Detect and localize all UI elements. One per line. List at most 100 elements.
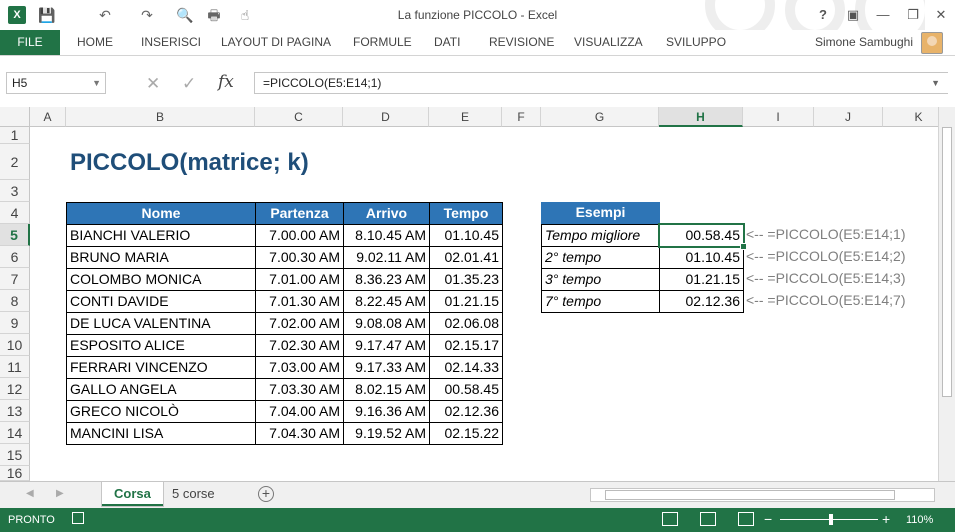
table-cell[interactable]: BRUNO MARIA xyxy=(66,246,256,269)
table-cell[interactable]: 9.08.08 AM xyxy=(343,312,430,335)
table-cell[interactable]: 02.14.33 xyxy=(429,356,503,379)
row-header-3[interactable]: 3 xyxy=(0,180,30,202)
tab-layout-di-pagina[interactable]: LAYOUT DI PAGINA xyxy=(221,30,331,55)
zoom-level[interactable]: 110% xyxy=(906,514,933,526)
table-cell[interactable]: 8.10.45 AM xyxy=(343,224,430,247)
table-cell[interactable]: 9.16.36 AM xyxy=(343,400,430,423)
tab-revisione[interactable]: REVISIONE xyxy=(489,30,554,55)
normal-view-icon[interactable] xyxy=(662,512,678,526)
active-cell-selection[interactable] xyxy=(658,223,747,250)
table-header-cell[interactable]: Arrivo xyxy=(343,202,430,225)
name-box[interactable]: H5 ▼ xyxy=(6,72,106,94)
row-header-2[interactable]: 2 xyxy=(0,144,30,180)
table-cell[interactable]: 7.01.00 AM xyxy=(255,268,344,291)
example-label-cell[interactable]: 3° tempo xyxy=(541,268,660,291)
table-header-cell[interactable]: Partenza xyxy=(255,202,344,225)
table-cell[interactable]: 01.10.45 xyxy=(429,224,503,247)
tab-scroll-left-icon[interactable]: ◀ xyxy=(26,488,34,499)
help-button[interactable]: ? xyxy=(812,4,834,26)
column-header-h[interactable]: H xyxy=(659,107,743,127)
zoom-out-icon[interactable]: − xyxy=(764,511,772,527)
table-cell[interactable]: GALLO ANGELA xyxy=(66,378,256,401)
column-header-i[interactable]: I xyxy=(743,107,814,127)
page-break-view-icon[interactable] xyxy=(738,512,754,526)
example-note-cell[interactable]: <-- =PICCOLO(E5:E14;1) xyxy=(743,224,955,247)
example-value-cell[interactable]: 01.10.45 xyxy=(659,246,744,269)
ribbon-display-options-button[interactable]: ▣ xyxy=(842,4,864,26)
tab-visualizza[interactable]: VISUALIZZA xyxy=(574,30,643,55)
row-header-16[interactable]: 16 xyxy=(0,466,30,481)
row-header-1[interactable]: 1 xyxy=(0,127,30,144)
row-header-7[interactable]: 7 xyxy=(0,268,30,290)
table-cell[interactable]: ESPOSITO ALICE xyxy=(66,334,256,357)
tab-scroll-right-icon[interactable]: ▶ xyxy=(56,488,64,499)
table-cell[interactable]: 8.36.23 AM xyxy=(343,268,430,291)
macro-record-icon[interactable] xyxy=(72,512,84,524)
table-cell[interactable]: 7.03.30 AM xyxy=(255,378,344,401)
table-header-cell[interactable]: Tempo xyxy=(429,202,503,225)
sheet-title[interactable]: PICCOLO(matrice; k) xyxy=(70,149,309,177)
row-header-4[interactable]: 4 xyxy=(0,202,30,224)
table-cell[interactable]: 7.00.00 AM xyxy=(255,224,344,247)
tab-formule[interactable]: FORMULE xyxy=(353,30,412,55)
table-cell[interactable]: 9.17.33 AM xyxy=(343,356,430,379)
table-cell[interactable]: 7.02.30 AM xyxy=(255,334,344,357)
row-header-8[interactable]: 8 xyxy=(0,290,30,312)
cancel-icon[interactable]: ✕ xyxy=(146,74,160,94)
table-cell[interactable]: 9.17.47 AM xyxy=(343,334,430,357)
chevron-down-icon[interactable]: ▼ xyxy=(92,73,101,93)
table-cell[interactable]: 00.58.45 xyxy=(429,378,503,401)
table-cell[interactable]: 01.35.23 xyxy=(429,268,503,291)
horizontal-scrollbar-thumb[interactable] xyxy=(605,490,895,500)
table-cell[interactable]: 02.06.08 xyxy=(429,312,503,335)
table-cell[interactable]: 01.21.15 xyxy=(429,290,503,313)
tab-dati[interactable]: DATI xyxy=(434,30,460,55)
table-cell[interactable]: 9.02.11 AM xyxy=(343,246,430,269)
example-label-cell[interactable]: Tempo migliore xyxy=(541,224,660,247)
restore-button[interactable]: ❐ xyxy=(902,4,924,26)
page-layout-view-icon[interactable] xyxy=(700,512,716,526)
example-note-cell[interactable]: <-- =PICCOLO(E5:E14;7) xyxy=(743,290,955,313)
column-header-g[interactable]: G xyxy=(541,107,659,127)
table-cell[interactable]: 02.01.41 xyxy=(429,246,503,269)
expand-formula-bar-icon[interactable]: ▼ xyxy=(931,73,940,93)
row-header-6[interactable]: 6 xyxy=(0,246,30,268)
table-cell[interactable]: 02.15.22 xyxy=(429,422,503,445)
row-header-9[interactable]: 9 xyxy=(0,312,30,334)
table-cell[interactable]: 8.02.15 AM xyxy=(343,378,430,401)
formula-input[interactable]: =PICCOLO(E5:E14;1) ▼ xyxy=(254,72,948,94)
table-cell[interactable]: 02.15.17 xyxy=(429,334,503,357)
tab-inserisci[interactable]: INSERISCI xyxy=(141,30,201,55)
row-header-13[interactable]: 13 xyxy=(0,400,30,422)
tab-sviluppo[interactable]: SVILUPPO xyxy=(666,30,726,55)
example-label-cell[interactable]: 7° tempo xyxy=(541,290,660,313)
row-header-12[interactable]: 12 xyxy=(0,378,30,400)
table-header-cell[interactable]: Nome xyxy=(66,202,256,225)
add-sheet-icon[interactable]: + xyxy=(258,486,274,502)
column-header-f[interactable]: F xyxy=(502,107,541,127)
zoom-slider-thumb[interactable] xyxy=(829,514,833,525)
table-cell[interactable]: GRECO NICOLÒ xyxy=(66,400,256,423)
row-header-10[interactable]: 10 xyxy=(0,334,30,356)
row-header-5[interactable]: 5 xyxy=(0,224,30,246)
column-header-d[interactable]: D xyxy=(343,107,429,127)
example-label-cell[interactable]: 2° tempo xyxy=(541,246,660,269)
row-header-11[interactable]: 11 xyxy=(0,356,30,378)
enter-icon[interactable]: ✓ xyxy=(182,74,196,94)
column-header-j[interactable]: J xyxy=(814,107,883,127)
table-cell[interactable]: COLOMBO MONICA xyxy=(66,268,256,291)
table-cell[interactable]: 7.03.00 AM xyxy=(255,356,344,379)
user-account[interactable]: Simone Sambughi xyxy=(815,35,913,49)
vertical-scrollbar[interactable] xyxy=(938,107,955,481)
table-cell[interactable]: 7.02.00 AM xyxy=(255,312,344,335)
insert-function-icon[interactable]: fx xyxy=(218,72,234,92)
column-header-a[interactable]: A xyxy=(30,107,66,127)
tab-file[interactable]: FILE xyxy=(0,30,60,55)
table-cell[interactable]: BIANCHI VALERIO xyxy=(66,224,256,247)
example-value-cell[interactable]: 01.21.15 xyxy=(659,268,744,291)
column-header-c[interactable]: C xyxy=(255,107,343,127)
example-value-cell[interactable]: 02.12.36 xyxy=(659,290,744,313)
table-cell[interactable]: 8.22.45 AM xyxy=(343,290,430,313)
example-note-cell[interactable]: <-- =PICCOLO(E5:E14;3) xyxy=(743,268,955,291)
avatar[interactable] xyxy=(921,32,943,54)
